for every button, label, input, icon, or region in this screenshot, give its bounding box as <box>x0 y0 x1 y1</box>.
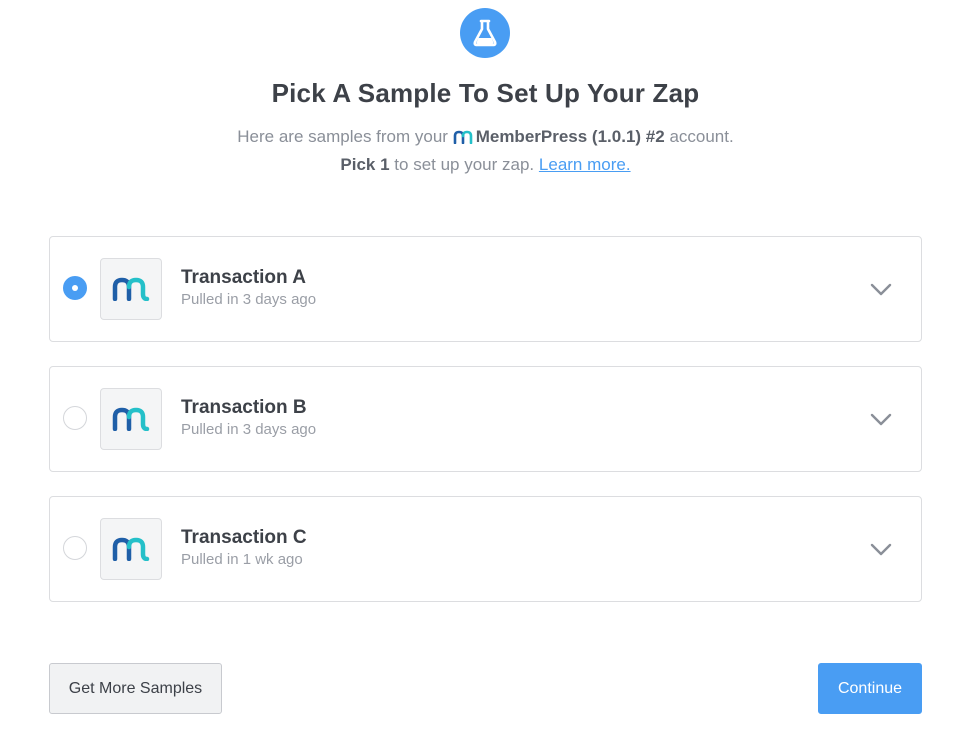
sample-title: Transaction A <box>181 267 306 288</box>
pick-count: Pick 1 <box>340 155 390 174</box>
sample-card-b[interactable]: Transaction B Pulled in 3 days ago <box>49 366 922 472</box>
get-more-samples-button[interactable]: Get More Samples <box>49 663 222 714</box>
chevron-down-icon[interactable] <box>868 277 894 303</box>
sample-pulled-time: Pulled in 3 days ago <box>181 421 317 438</box>
sample-radio-c[interactable] <box>63 536 87 560</box>
subtitle-prefix: Here are samples from your <box>237 127 448 146</box>
account-name: MemberPress (1.0.1) #2 <box>475 127 665 146</box>
subtitle-suffix: account. <box>669 127 734 146</box>
chevron-down-icon[interactable] <box>868 537 894 563</box>
sample-card-a[interactable]: Transaction A Pulled in 3 days ago <box>49 236 922 342</box>
page-title: Pick A Sample To Set Up Your Zap <box>271 78 700 108</box>
sample-title: Transaction C <box>181 527 307 548</box>
sample-pulled-time: Pulled in 3 days ago <box>181 291 317 308</box>
sample-card-c[interactable]: Transaction C Pulled in 1 wk ago <box>49 496 922 602</box>
sample-radio-b[interactable] <box>63 406 87 430</box>
memberpress-logo-icon <box>453 126 473 152</box>
continue-button[interactable]: Continue <box>818 663 922 714</box>
page-subtitle: Here are samples from your MemberPress (… <box>0 124 971 178</box>
learn-more-link[interactable]: Learn more. <box>539 155 631 174</box>
pick-suffix: to set up your zap. <box>394 155 535 174</box>
subtitle-line-1: Here are samples from your MemberPress (… <box>0 124 971 152</box>
memberpress-app-icon <box>100 258 162 320</box>
memberpress-app-icon <box>100 388 162 450</box>
memberpress-app-icon <box>100 518 162 580</box>
sample-title: Transaction B <box>181 397 307 418</box>
sample-pulled-time: Pulled in 1 wk ago <box>181 551 303 568</box>
flask-icon <box>460 8 510 58</box>
sample-radio-a[interactable] <box>63 276 87 300</box>
subtitle-line-2: Pick 1 to set up your zap. Learn more. <box>0 152 971 178</box>
chevron-down-icon[interactable] <box>868 407 894 433</box>
